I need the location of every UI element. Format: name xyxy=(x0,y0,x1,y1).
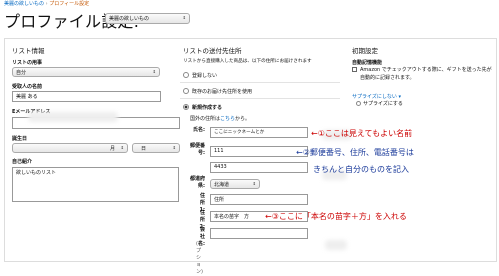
birthday-label: 誕生日 xyxy=(12,136,28,142)
overseas-suffix: から。 xyxy=(235,116,251,122)
company-optional: (オプション) xyxy=(196,241,203,275)
breadcrumb: 美麗の欲しいもの › プロフィール設定 xyxy=(4,0,89,7)
initial-heading: 初期設定 xyxy=(352,47,378,55)
radio-new[interactable] xyxy=(183,104,189,110)
zip-label: 郵便番号: xyxy=(190,143,206,156)
auto-record-text: Amazon でチェックアウトする際に、ギフトを送った先が自動的に記録されます。 xyxy=(360,67,492,81)
intro-label: 自己紹介 xyxy=(12,159,33,165)
surprise-dropdown[interactable]: サプライズにしない ▾ xyxy=(352,93,401,100)
breadcrumb-current: プロフィール設定 xyxy=(49,1,90,7)
annotation-2: ←②郵便番号、住所、電話番号は xyxy=(296,148,414,157)
select-caret-icon: ⇕ xyxy=(252,181,256,186)
annotation-3: ←③ここに「本名の苗字＋方」を入れる xyxy=(265,212,407,221)
overseas-prefix: 国外の住所は xyxy=(190,116,221,122)
shipping-heading: リストの送付先住所 xyxy=(183,47,242,55)
prefecture-select[interactable]: 北海道 ⇕ xyxy=(210,179,260,189)
radio-none[interactable] xyxy=(183,72,189,78)
select-caret-icon: ⇕ xyxy=(172,145,176,150)
zip-input-1[interactable]: 111 xyxy=(210,146,308,157)
select-caret-icon: ⇕ xyxy=(152,69,156,74)
birth-day-select[interactable]: 日 ⇕ xyxy=(132,143,180,153)
auto-record-checkbox[interactable] xyxy=(352,67,357,72)
name-label: 氏名: xyxy=(193,127,205,133)
address1-input[interactable]: 住所 xyxy=(210,194,308,205)
purpose-value: 自分 xyxy=(16,70,27,76)
select-caret-icon: ⇕ xyxy=(182,15,186,20)
overseas-link[interactable]: こちら xyxy=(220,116,235,122)
name-input[interactable]: ここにニックネームとか xyxy=(210,127,308,138)
auto-record-label: 自動記憶機能 xyxy=(352,60,383,66)
annotation-1: ←①ここは見えてもよい名前 xyxy=(311,129,413,138)
breadcrumb-separator: › xyxy=(45,1,48,7)
radio-none-label: 登録しない xyxy=(192,73,218,79)
birth-day-value: 日 xyxy=(141,146,147,152)
company-input[interactable] xyxy=(210,228,308,239)
annotation-2b: きちんと自分のものを記入 xyxy=(313,165,409,174)
purpose-label: リストの用事 xyxy=(12,60,43,66)
overseas-note: 国外の住所はこちらから。 xyxy=(190,115,250,122)
breadcrumb-parent-link[interactable]: 美麗の欲しいもの xyxy=(4,1,44,7)
intro-textarea[interactable]: 欲しいものリスト xyxy=(12,167,179,202)
radio-existing[interactable] xyxy=(183,88,189,94)
list-info-heading: リスト情報 xyxy=(12,47,45,55)
recipient-label: 受取人の名前 xyxy=(12,84,43,90)
divider xyxy=(180,98,340,99)
list-select[interactable]: 美麗の欲しいもの ⇕ xyxy=(105,13,190,24)
select-caret-icon: ⇕ xyxy=(120,145,124,150)
shipping-note: リストから直接購入した商品は、以下の住所にお届けされます xyxy=(183,59,312,64)
prefecture-value: 北海道 xyxy=(214,182,230,188)
radio-surprise[interactable] xyxy=(356,101,361,106)
list-select-value: 美麗の欲しいもの xyxy=(109,16,150,22)
surprise-sub-label: サプライズにする xyxy=(363,101,403,107)
purpose-select[interactable]: 自分 ⇕ xyxy=(12,67,160,77)
radio-new-label: 新規作成する xyxy=(192,105,223,111)
radio-existing-label: 既存のお届け先住所を使用 xyxy=(192,89,253,95)
birth-month-select[interactable]: 月 ⇕ xyxy=(12,143,128,153)
blurred-area xyxy=(325,240,347,250)
recipient-input[interactable]: 美麗 ある xyxy=(12,91,161,102)
blurred-email xyxy=(28,112,118,122)
zip-input-2[interactable]: 4433 xyxy=(210,162,308,173)
prefecture-label: 都道府県: xyxy=(190,176,206,189)
birth-month-value: 月 xyxy=(109,146,115,152)
divider xyxy=(180,82,340,83)
